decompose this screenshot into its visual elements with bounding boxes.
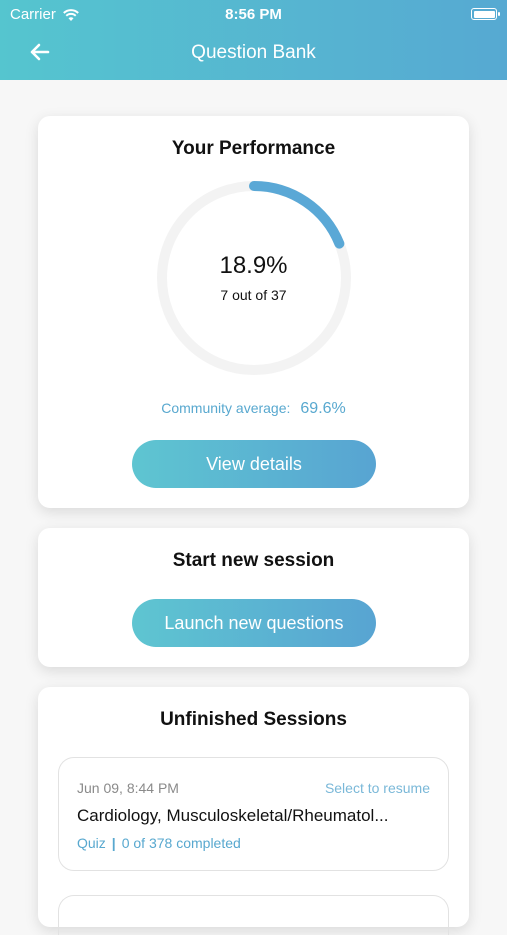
community-label: Community average: [161, 400, 291, 416]
meta-divider: | [111, 835, 116, 851]
session-meta: Quiz | 0 of 378 completed [77, 835, 241, 851]
unfinished-heading: Unfinished Sessions [160, 709, 347, 730]
page-title: Question Bank [191, 42, 316, 63]
community-average: Community average: 69.6% [38, 400, 469, 418]
resume-link[interactable]: Select to resume [325, 780, 430, 796]
status-time: 8:56 PM [225, 6, 282, 23]
unfinished-sessions-card: Unfinished Sessions Jun 09, 8:44 PM Sele… [38, 687, 469, 935]
community-value: 69.6% [300, 400, 346, 417]
start-session-card: Start new session Launch new questions [38, 528, 469, 667]
session-item[interactable]: Jun 09, 8:44 PM Select to resume Cardiol… [58, 757, 449, 871]
session-topic: Cardiology, Musculoskeletal/Rheumatol... [77, 806, 389, 825]
launch-new-questions-button[interactable]: Launch new questions [132, 599, 376, 647]
start-session-heading: Start new session [172, 550, 335, 571]
session-progress: 0 of 378 completed [121, 835, 241, 851]
battery-icon [471, 8, 500, 20]
performance-card: Your Performance 18.9% 7 out of 37 Commu… [38, 116, 469, 508]
status-bar: Carrier 8:56 PM [0, 6, 507, 24]
performance-count: 7 out of 37 [220, 287, 287, 303]
session-type: Quiz [77, 835, 106, 851]
session-item-partial[interactable] [58, 895, 449, 935]
performance-percent: 18.9% [219, 252, 288, 279]
header-bar: Carrier 8:56 PM Question Bank [0, 0, 507, 80]
view-details-button[interactable]: View details [132, 440, 376, 488]
session-date: Jun 09, 8:44 PM [77, 780, 179, 796]
performance-heading: Your Performance [171, 138, 336, 159]
